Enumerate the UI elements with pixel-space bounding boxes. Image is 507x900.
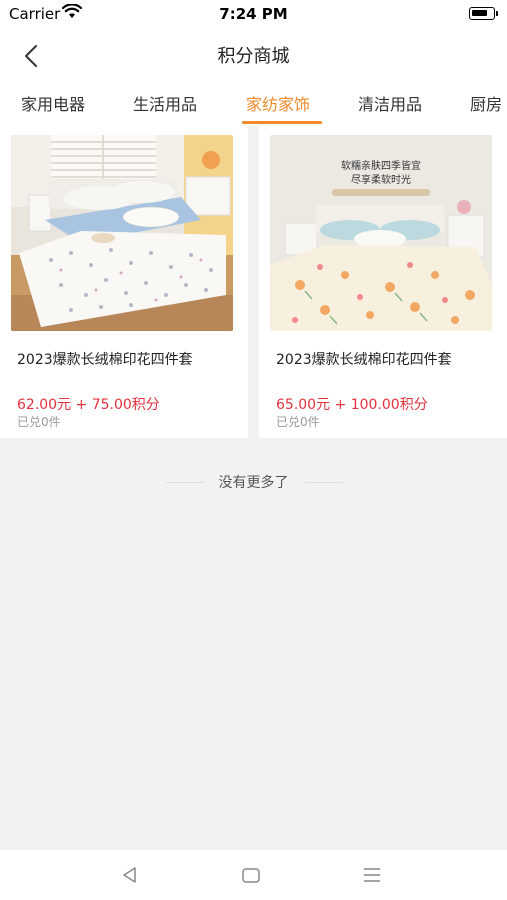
tab-home-textiles[interactable]: 家纺家饰 bbox=[246, 91, 310, 115]
tab-home-appliances[interactable]: 家用电器 bbox=[21, 91, 85, 115]
battery-icon bbox=[469, 7, 498, 20]
tab-cleaning-supplies[interactable]: 清洁用品 bbox=[358, 91, 422, 115]
product-name: 2023爆款长绒棉印花四件套 bbox=[17, 352, 193, 368]
image-caption-line2: 尽享柔软时光 bbox=[351, 173, 411, 186]
tab-kitchen[interactable]: 厨房 bbox=[470, 91, 502, 115]
product-name: 2023爆款长绒棉印花四件套 bbox=[276, 352, 452, 368]
page-title: 积分商城 bbox=[217, 46, 290, 67]
status-time: 7:24 PM bbox=[219, 5, 288, 23]
product-sold-count: 已兑0件 bbox=[276, 415, 320, 429]
back-triangle-icon[interactable] bbox=[119, 864, 141, 886]
header: 积分商城 bbox=[0, 28, 507, 80]
product-card[interactable]: 2023爆款长绒棉印花四件套 62.00元 + 75.00积分 已兑0件 bbox=[0, 126, 248, 438]
screen: Carrier 7:24 PM 积分商城 家用电器 生活用品 家纺家饰 清洁用品… bbox=[0, 0, 507, 900]
product-price: 65.00元 + 100.00积分 bbox=[276, 397, 428, 413]
home-square-icon[interactable] bbox=[240, 864, 262, 886]
tab-daily-goods[interactable]: 生活用品 bbox=[133, 91, 197, 115]
product-sold-count: 已兑0件 bbox=[17, 415, 61, 429]
active-tab-indicator bbox=[242, 121, 322, 124]
category-tabs: 家用电器 生活用品 家纺家饰 清洁用品 厨房 bbox=[0, 80, 507, 126]
product-card[interactable]: 软糯亲肤四季皆宜 尽享柔软时光 2023爆款长绒棉印花四件套 65.00元 + … bbox=[259, 126, 507, 438]
no-more-label: 没有更多了 bbox=[218, 475, 289, 491]
system-nav-bar bbox=[0, 850, 507, 900]
product-image[interactable]: 软糯亲肤四季皆宜 尽享柔软时光 bbox=[270, 135, 492, 331]
product-price: 62.00元 + 75.00积分 bbox=[17, 397, 160, 413]
status-bar: Carrier 7:24 PM bbox=[0, 0, 507, 28]
image-caption-line1: 软糯亲肤四季皆宜 bbox=[341, 159, 421, 172]
menu-icon[interactable] bbox=[361, 864, 383, 886]
divider-right bbox=[305, 482, 343, 483]
product-image[interactable] bbox=[11, 135, 233, 331]
